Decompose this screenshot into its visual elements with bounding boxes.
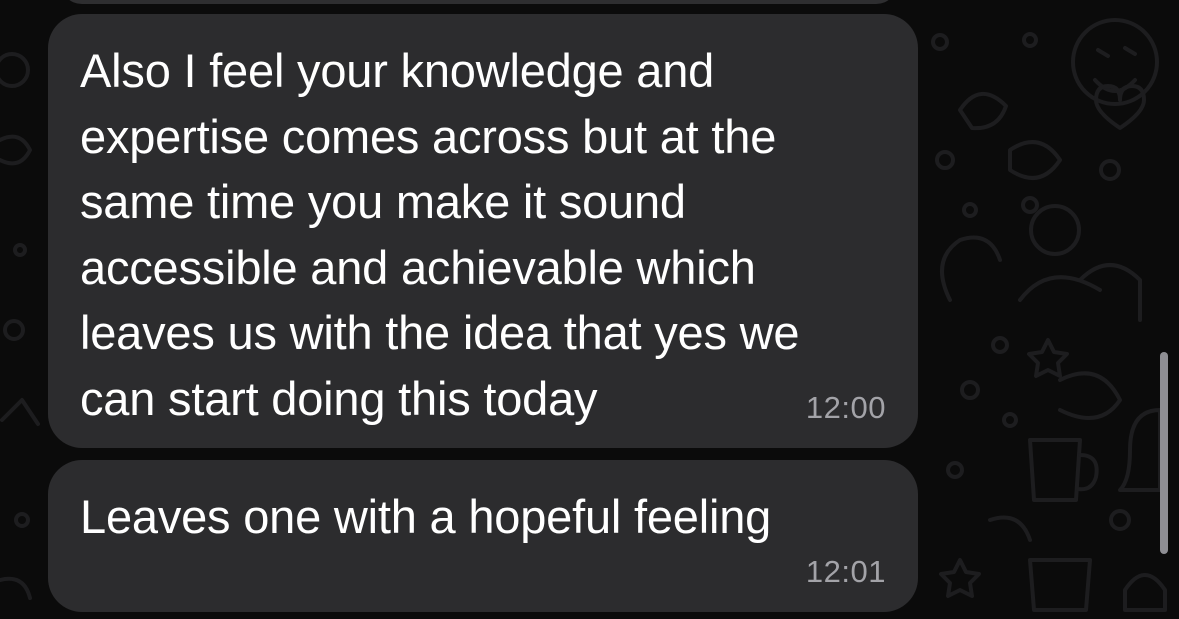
message-line: can start doing this today — [80, 371, 598, 425]
message-line: Also I feel your knowledge and — [80, 44, 715, 97]
message-line: Leaves one with a hopeful feeling — [80, 490, 772, 543]
message-bubble[interactable]: Also I feel your knowledge and expertise… — [48, 14, 918, 448]
message-text: Leaves one with a hopeful feeling — [80, 484, 890, 550]
message-timestamp: 12:01 — [805, 554, 886, 589]
bell-icon — [1118, 408, 1167, 612]
heart-icon — [1094, 84, 1146, 130]
previous-message-bubble[interactable] — [60, 0, 898, 4]
message-line: same time you make it sound — [80, 175, 686, 228]
scrollbar[interactable] — [1160, 352, 1168, 554]
message-line: accessible and achievable which — [80, 240, 756, 294]
message-timestamp: 12:00 — [805, 390, 886, 425]
doodle-wallpaper-icon — [0, 52, 40, 600]
mug-icon — [1028, 438, 1099, 612]
message-text: Also I feel your knowledge and expertise… — [80, 38, 890, 431]
message-line: expertise comes across but at the — [80, 109, 777, 163]
message-bubble[interactable]: Leaves one with a hopeful feeling 12:01 — [48, 460, 918, 612]
doodle-wallpaper-icon — [931, 32, 1142, 542]
message-line: leaves us with the idea that yes we — [80, 306, 800, 359]
